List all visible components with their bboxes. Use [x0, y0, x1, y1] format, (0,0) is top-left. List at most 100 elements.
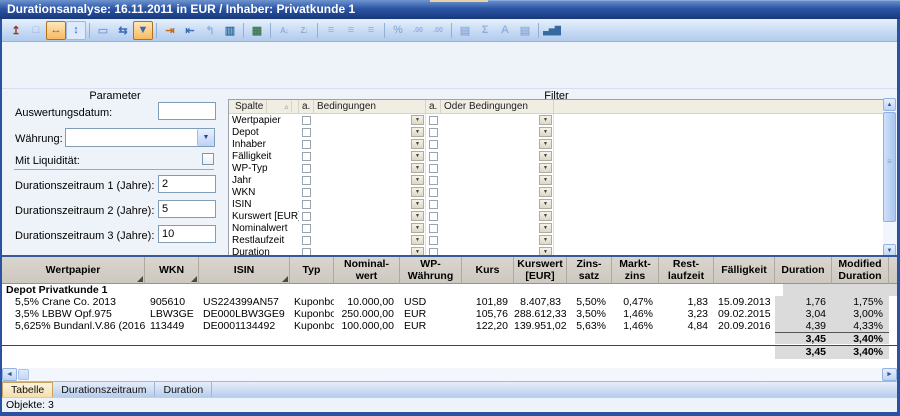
drill-in-icon[interactable]: ⇥	[160, 21, 180, 40]
filter-and-checkbox[interactable]	[302, 200, 311, 209]
filter-or-condition-dropdown[interactable]: ▼	[441, 174, 554, 186]
filter-and-checkbox[interactable]	[302, 236, 311, 245]
sort-asc-icon[interactable]: A↓	[274, 21, 294, 40]
col-header-faelligkeit[interactable]: Fälligkeit	[714, 257, 775, 284]
chevron-down-icon[interactable]: ▼	[539, 199, 552, 209]
percent-icon[interactable]: %	[388, 21, 408, 40]
drill-out-icon[interactable]: ⇤	[180, 21, 200, 40]
col-header-marktzins[interactable]: Markt- zins	[612, 257, 659, 284]
table-row[interactable]: 5,625% Bundanl.V.86 (2016) 113449 DE0001…	[2, 320, 897, 332]
chart-search-icon[interactable]: ▥	[220, 21, 240, 40]
filter-or-condition-dropdown[interactable]: ▼	[441, 138, 554, 150]
filter-condition-dropdown[interactable]: ▼	[314, 198, 426, 210]
tab-tabelle[interactable]: Tabelle	[2, 382, 53, 397]
scrollbar-thumb[interactable]	[883, 112, 896, 222]
chevron-down-icon[interactable]: ▼	[539, 127, 552, 137]
filter-or-condition-dropdown[interactable]: ▼	[441, 186, 554, 198]
filter-or-checkbox[interactable]	[429, 224, 438, 233]
filter-or-condition-dropdown[interactable]: ▼	[441, 150, 554, 162]
filter-or-condition-dropdown[interactable]: ▼	[441, 234, 554, 246]
filter-condition-dropdown[interactable]: ▼	[314, 126, 426, 138]
fit-height-icon[interactable]: ↕	[66, 21, 86, 40]
chevron-down-icon[interactable]: ▼	[411, 151, 424, 161]
filter-or-condition-dropdown[interactable]: ▼	[441, 198, 554, 210]
columns-icon[interactable]: ▤	[515, 21, 535, 40]
filter-condition-dropdown[interactable]: ▼	[314, 114, 426, 126]
tab-durationszeitraum[interactable]: Durationszeitraum	[53, 382, 155, 397]
filter-or-condition-dropdown[interactable]: ▼	[441, 162, 554, 174]
filter-condition-dropdown[interactable]: ▼	[314, 186, 426, 198]
chevron-down-icon[interactable]: ▼	[539, 223, 552, 233]
scrollbar-thumb[interactable]	[18, 369, 29, 380]
fit-width-icon[interactable]: ↔	[46, 21, 66, 40]
filter-and-checkbox[interactable]	[302, 164, 311, 173]
row-height-small-icon[interactable]: ≡	[321, 21, 341, 40]
chevron-down-icon[interactable]: ▼	[411, 223, 424, 233]
chart-view-icon[interactable]: ▃▅▇	[542, 21, 562, 40]
filter-or-checkbox[interactable]	[429, 152, 438, 161]
row-height-large-icon[interactable]: ≡	[361, 21, 381, 40]
filter-and-checkbox[interactable]	[302, 188, 311, 197]
col-header-nominalwert[interactable]: Nominal- wert	[334, 257, 400, 284]
dz2-input[interactable]	[158, 200, 216, 218]
report-icon[interactable]: ▦	[247, 21, 267, 40]
col-header-wkn[interactable]: WKN	[145, 257, 199, 284]
decimal-add-icon[interactable]: .00	[408, 21, 428, 40]
chevron-down-icon[interactable]: ▼	[539, 175, 552, 185]
refresh-icon[interactable]: ⇆	[113, 21, 133, 40]
filter-condition-dropdown[interactable]: ▼	[314, 162, 426, 174]
filter-condition-dropdown[interactable]: ▼	[314, 210, 426, 222]
col-header-typ[interactable]: Typ	[290, 257, 334, 284]
col-header-kurs[interactable]: Kurs	[462, 257, 514, 284]
col-header-isin[interactable]: ISIN	[199, 257, 290, 284]
font-icon[interactable]: A	[495, 21, 515, 40]
scroll-up-icon[interactable]: ▲	[883, 98, 896, 111]
chevron-down-icon[interactable]: ▼	[411, 235, 424, 245]
group-row[interactable]: Depot Privatkunde 1	[2, 284, 897, 296]
chevron-down-icon[interactable]: ▼	[411, 211, 424, 221]
filter-header-spalte[interactable]: Spalte▵	[229, 100, 299, 113]
col-header-modified-duration[interactable]: Modified Duration	[832, 257, 889, 284]
chevron-down-icon[interactable]: ▼	[539, 235, 552, 245]
filter-or-checkbox[interactable]	[429, 164, 438, 173]
filter-or-condition-dropdown[interactable]: ▼	[441, 222, 554, 234]
chevron-down-icon[interactable]: ▼	[539, 163, 552, 173]
filter-or-checkbox[interactable]	[429, 140, 438, 149]
filter-header-or[interactable]: a.	[426, 100, 441, 113]
filter-or-checkbox[interactable]	[429, 128, 438, 137]
scroll-right-icon[interactable]: ►	[882, 368, 897, 381]
filter-condition-dropdown[interactable]: ▼	[314, 174, 426, 186]
filter-header-bedingungen[interactable]: Bedingungen	[314, 100, 426, 113]
chevron-down-icon[interactable]: ▼	[411, 175, 424, 185]
col-header-zinssatz[interactable]: Zins- satz	[567, 257, 612, 284]
col-header-restlaufzeit[interactable]: Rest- laufzeit	[659, 257, 714, 284]
filter-header-oder-bedingungen[interactable]: Oder Bedingungen	[441, 100, 554, 113]
filter-and-checkbox[interactable]	[302, 140, 311, 149]
filter-and-checkbox[interactable]	[302, 116, 311, 125]
export-icon[interactable]: ↥	[6, 21, 26, 40]
dz1-input[interactable]	[158, 175, 216, 193]
table-row[interactable]: 5,5% Crane Co. 2013 905610 US224399AN57 …	[2, 296, 897, 308]
pivot-icon[interactable]: ▤	[455, 21, 475, 40]
filter-or-checkbox[interactable]	[429, 200, 438, 209]
col-header-kurswert[interactable]: Kurswert [EUR]	[514, 257, 567, 284]
filter-vertical-scrollbar[interactable]: ▲ ▼	[883, 98, 896, 257]
chevron-down-icon[interactable]: ▼	[197, 129, 214, 146]
scroll-left-icon[interactable]: ◄	[2, 368, 17, 381]
filter-and-checkbox[interactable]	[302, 176, 311, 185]
waehrung-select[interactable]: ▼	[65, 128, 215, 147]
chevron-down-icon[interactable]: ▼	[411, 139, 424, 149]
chevron-down-icon[interactable]: ▼	[411, 115, 424, 125]
filter-or-checkbox[interactable]	[429, 176, 438, 185]
filter-or-checkbox[interactable]	[429, 212, 438, 221]
sort-desc-icon[interactable]: Z↓	[294, 21, 314, 40]
drill-back-icon[interactable]: ↰	[200, 21, 220, 40]
filter-and-checkbox[interactable]	[302, 152, 311, 161]
chevron-down-icon[interactable]: ▼	[411, 187, 424, 197]
chevron-down-icon[interactable]: ▼	[411, 163, 424, 173]
filter-condition-dropdown[interactable]: ▼	[314, 138, 426, 150]
chevron-down-icon[interactable]: ▼	[539, 151, 552, 161]
chevron-down-icon[interactable]: ▼	[539, 115, 552, 125]
table-row[interactable]: 3,5% LBBW Opf.975 LBW3GE DE000LBW3GE9 Ku…	[2, 308, 897, 320]
decimal-remove-icon[interactable]: .00	[428, 21, 448, 40]
